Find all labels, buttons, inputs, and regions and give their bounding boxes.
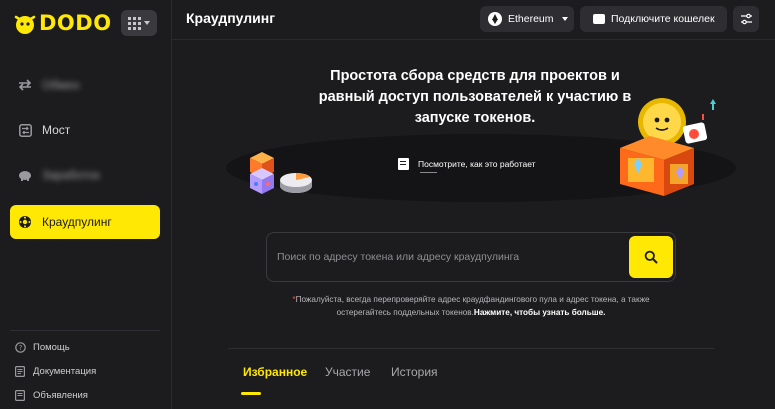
how-it-works-label: Посмотрите, как это работает bbox=[418, 159, 536, 169]
tab-history[interactable]: История bbox=[391, 365, 438, 379]
network-label: Ethereum bbox=[508, 13, 554, 25]
ethereum-icon bbox=[488, 12, 502, 26]
top-header: Краудпулинг Ethereum Подключите кошелек bbox=[172, 0, 775, 40]
search-input[interactable] bbox=[277, 245, 617, 269]
sidebar-item-crowdpooling[interactable]: Краудпулинг bbox=[10, 205, 160, 239]
learn-more-link[interactable]: Нажмите, чтобы узнать больше. bbox=[474, 308, 606, 317]
sidebar-item-earn[interactable]: Заработок bbox=[10, 158, 160, 192]
sidebar-item-label: Краудпулинг bbox=[42, 215, 112, 229]
page-title: Краудпулинг bbox=[186, 10, 276, 26]
search-button[interactable] bbox=[629, 236, 673, 278]
piggy-bank-icon bbox=[18, 168, 32, 182]
search-box bbox=[266, 232, 676, 282]
footer-label: Помощь bbox=[33, 341, 70, 353]
connect-wallet-label: Подключите кошелек bbox=[611, 13, 715, 25]
warning-notice: *Пожалуйста, всегда перепроверяйте адрес… bbox=[266, 293, 676, 319]
swap-icon bbox=[18, 78, 32, 92]
network-selector[interactable]: Ethereum bbox=[480, 6, 574, 32]
token-blocks-illustration bbox=[250, 152, 312, 194]
wallet-icon bbox=[593, 14, 605, 24]
sidebar-item-bridge[interactable]: Мост bbox=[10, 113, 160, 147]
active-tab-indicator bbox=[241, 392, 261, 395]
sidebar-item-label: Обмен bbox=[42, 78, 80, 92]
sidebar-footer-docs[interactable]: Документация bbox=[14, 365, 96, 377]
sidebar-item-label: Заработок bbox=[42, 168, 100, 182]
chevron-down-icon bbox=[561, 17, 568, 21]
dodo-logo[interactable]: DODO bbox=[12, 10, 112, 36]
sidebar-item-label: Мост bbox=[42, 123, 71, 137]
document-icon bbox=[398, 158, 409, 170]
tab-participation[interactable]: Участие bbox=[325, 365, 370, 379]
chevron-down-icon bbox=[144, 21, 150, 25]
sidebar-footer-help[interactable]: ? Помощь bbox=[14, 341, 70, 353]
how-it-works-link[interactable]: Посмотрите, как это работает bbox=[398, 158, 536, 170]
settings-button[interactable] bbox=[733, 6, 759, 32]
how-it-works-underline bbox=[420, 172, 437, 173]
tab-favorites[interactable]: Избранное bbox=[243, 365, 307, 379]
search-icon bbox=[644, 250, 658, 264]
apps-menu-button[interactable] bbox=[121, 10, 157, 36]
crowdpooling-icon bbox=[18, 215, 32, 229]
sidebar-divider bbox=[10, 330, 160, 331]
grid-icon bbox=[128, 16, 141, 30]
sliders-icon bbox=[740, 13, 752, 25]
sidebar-item-swap[interactable]: Обмен bbox=[10, 68, 160, 102]
help-icon: ? bbox=[14, 341, 26, 353]
section-divider bbox=[228, 348, 714, 349]
svg-text:?: ? bbox=[18, 344, 22, 352]
bridge-icon bbox=[18, 123, 32, 137]
sidebar: DODO Обмен Мост Заработок Краудпулинг ? bbox=[0, 0, 172, 409]
footer-label: Документация bbox=[33, 365, 97, 377]
hero-title: Простота сбора средств для проектов и ра… bbox=[318, 68, 632, 126]
footer-label: Объявления bbox=[33, 389, 88, 401]
announcement-icon bbox=[14, 389, 26, 401]
dodo-logo-icon bbox=[14, 15, 36, 34]
sidebar-footer-announcements[interactable]: Объявления bbox=[14, 389, 88, 401]
logo-text: DODO bbox=[39, 11, 112, 35]
docs-icon bbox=[14, 365, 26, 377]
connect-wallet-button[interactable]: Подключите кошелек bbox=[580, 6, 727, 32]
